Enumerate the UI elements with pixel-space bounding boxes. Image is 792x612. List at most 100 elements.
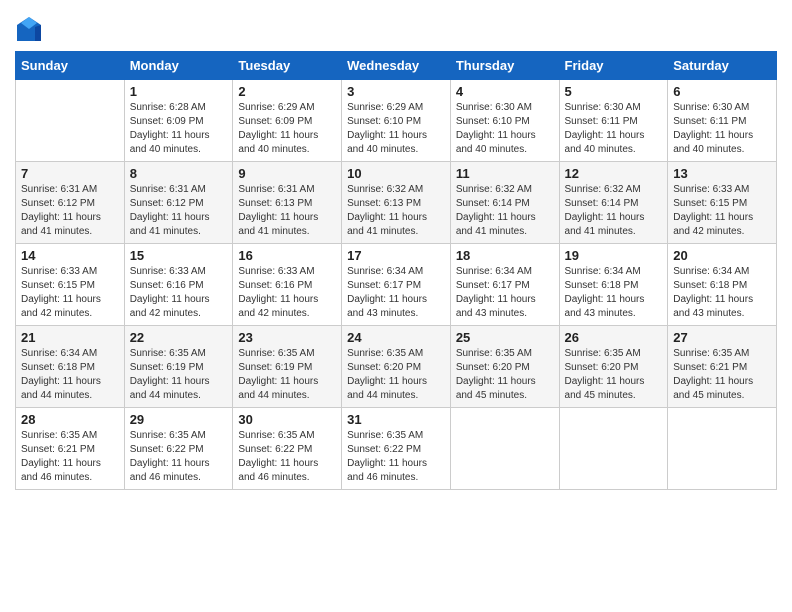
day-number: 3 [347, 84, 445, 99]
day-number: 27 [673, 330, 771, 345]
day-number: 21 [21, 330, 119, 345]
page: SundayMondayTuesdayWednesdayThursdayFrid… [0, 0, 792, 505]
weekday-header-monday: Monday [124, 52, 233, 80]
calendar-cell: 5 Sunrise: 6:30 AM Sunset: 6:11 PM Daylig… [559, 80, 668, 162]
calendar-cell: 16 Sunrise: 6:33 AM Sunset: 6:16 PM Dayli… [233, 244, 342, 326]
day-info: Sunrise: 6:34 AM Sunset: 6:18 PM Dayligh… [673, 265, 771, 321]
day-number: 2 [238, 84, 336, 99]
day-info: Sunrise: 6:33 AM Sunset: 6:15 PM Dayligh… [673, 183, 771, 239]
day-number: 25 [456, 330, 554, 345]
weekday-header-row: SundayMondayTuesdayWednesdayThursdayFrid… [16, 52, 777, 80]
day-info: Sunrise: 6:34 AM Sunset: 6:17 PM Dayligh… [456, 265, 554, 321]
day-info: Sunrise: 6:35 AM Sunset: 6:21 PM Dayligh… [21, 429, 119, 485]
day-info: Sunrise: 6:32 AM Sunset: 6:13 PM Dayligh… [347, 183, 445, 239]
day-number: 26 [565, 330, 663, 345]
weekday-header-friday: Friday [559, 52, 668, 80]
day-info: Sunrise: 6:35 AM Sunset: 6:19 PM Dayligh… [238, 347, 336, 403]
day-number: 19 [565, 248, 663, 263]
calendar-cell: 1 Sunrise: 6:28 AM Sunset: 6:09 PM Daylig… [124, 80, 233, 162]
calendar-cell [668, 408, 777, 490]
day-number: 16 [238, 248, 336, 263]
day-number: 28 [21, 412, 119, 427]
day-number: 5 [565, 84, 663, 99]
calendar-cell [450, 408, 559, 490]
day-number: 10 [347, 166, 445, 181]
calendar-cell: 6 Sunrise: 6:30 AM Sunset: 6:11 PM Daylig… [668, 80, 777, 162]
calendar-cell: 20Sunrise: 6:34 AM Sunset: 6:18 PM Dayli… [668, 244, 777, 326]
day-number: 23 [238, 330, 336, 345]
day-number: 8 [130, 166, 228, 181]
calendar-cell: 2 Sunrise: 6:29 AM Sunset: 6:09 PM Daylig… [233, 80, 342, 162]
day-number: 4 [456, 84, 554, 99]
calendar-cell: 31 Sunrise: 6:35 AM Sunset: 6:22 PM Dayli… [342, 408, 451, 490]
day-info: Sunrise: 6:30 AM Sunset: 6:11 PM Dayligh… [673, 101, 771, 157]
calendar-cell: 17 Sunrise: 6:34 AM Sunset: 6:17 PM Dayli… [342, 244, 451, 326]
calendar-week-row-5: 28 Sunrise: 6:35 AM Sunset: 6:21 PM Dayli… [16, 408, 777, 490]
calendar-cell: 19 Sunrise: 6:34 AM Sunset: 6:18 PM Dayli… [559, 244, 668, 326]
day-number: 31 [347, 412, 445, 427]
day-number: 24 [347, 330, 445, 345]
calendar-cell: 22 Sunrise: 6:35 AM Sunset: 6:19 PM Dayli… [124, 326, 233, 408]
logo [15, 15, 47, 43]
weekday-header-saturday: Saturday [668, 52, 777, 80]
calendar-cell: 27 Sunrise: 6:35 AM Sunset: 6:21 PM Dayli… [668, 326, 777, 408]
day-number: 15 [130, 248, 228, 263]
calendar-cell: 9Sunrise: 6:31 AM Sunset: 6:13 PM Daylig… [233, 162, 342, 244]
day-info: Sunrise: 6:33 AM Sunset: 6:16 PM Dayligh… [130, 265, 228, 321]
logo-icon [15, 15, 43, 43]
day-number: 14 [21, 248, 119, 263]
day-info: Sunrise: 6:35 AM Sunset: 6:22 PM Dayligh… [238, 429, 336, 485]
calendar-week-row-3: 14 Sunrise: 6:33 AM Sunset: 6:15 PM Dayli… [16, 244, 777, 326]
day-number: 6 [673, 84, 771, 99]
calendar-cell: 26 Sunrise: 6:35 AM Sunset: 6:20 PM Dayli… [559, 326, 668, 408]
calendar-cell: 11Sunrise: 6:32 AM Sunset: 6:14 PM Dayli… [450, 162, 559, 244]
header [15, 10, 777, 43]
day-number: 11 [456, 166, 554, 181]
day-info: Sunrise: 6:34 AM Sunset: 6:17 PM Dayligh… [347, 265, 445, 321]
calendar-cell: 7Sunrise: 6:31 AM Sunset: 6:12 PM Daylig… [16, 162, 125, 244]
day-number: 17 [347, 248, 445, 263]
day-info: Sunrise: 6:29 AM Sunset: 6:10 PM Dayligh… [347, 101, 445, 157]
day-info: Sunrise: 6:31 AM Sunset: 6:12 PM Dayligh… [130, 183, 228, 239]
day-number: 22 [130, 330, 228, 345]
weekday-header-wednesday: Wednesday [342, 52, 451, 80]
calendar-cell: 29 Sunrise: 6:35 AM Sunset: 6:22 PM Dayli… [124, 408, 233, 490]
day-info: Sunrise: 6:35 AM Sunset: 6:22 PM Dayligh… [347, 429, 445, 485]
calendar-cell: 23 Sunrise: 6:35 AM Sunset: 6:19 PM Dayli… [233, 326, 342, 408]
calendar-cell: 21Sunrise: 6:34 AM Sunset: 6:18 PM Dayli… [16, 326, 125, 408]
calendar-cell: 8 Sunrise: 6:31 AM Sunset: 6:12 PM Daylig… [124, 162, 233, 244]
day-number: 9 [238, 166, 336, 181]
calendar-cell: 24 Sunrise: 6:35 AM Sunset: 6:20 PM Dayli… [342, 326, 451, 408]
day-info: Sunrise: 6:28 AM Sunset: 6:09 PM Dayligh… [130, 101, 228, 157]
day-info: Sunrise: 6:30 AM Sunset: 6:10 PM Dayligh… [456, 101, 554, 157]
day-number: 1 [130, 84, 228, 99]
calendar-week-row-1: 1 Sunrise: 6:28 AM Sunset: 6:09 PM Daylig… [16, 80, 777, 162]
calendar-cell: 4 Sunrise: 6:30 AM Sunset: 6:10 PM Daylig… [450, 80, 559, 162]
day-info: Sunrise: 6:31 AM Sunset: 6:12 PM Dayligh… [21, 183, 119, 239]
day-info: Sunrise: 6:35 AM Sunset: 6:20 PM Dayligh… [347, 347, 445, 403]
day-info: Sunrise: 6:35 AM Sunset: 6:19 PM Dayligh… [130, 347, 228, 403]
calendar-cell [559, 408, 668, 490]
calendar-week-row-2: 7Sunrise: 6:31 AM Sunset: 6:12 PM Daylig… [16, 162, 777, 244]
day-number: 12 [565, 166, 663, 181]
day-info: Sunrise: 6:35 AM Sunset: 6:20 PM Dayligh… [456, 347, 554, 403]
day-number: 30 [238, 412, 336, 427]
day-info: Sunrise: 6:29 AM Sunset: 6:09 PM Dayligh… [238, 101, 336, 157]
calendar-cell: 25 Sunrise: 6:35 AM Sunset: 6:20 PM Dayli… [450, 326, 559, 408]
calendar-cell: 12Sunrise: 6:32 AM Sunset: 6:14 PM Dayli… [559, 162, 668, 244]
day-number: 29 [130, 412, 228, 427]
calendar-cell: 10 Sunrise: 6:32 AM Sunset: 6:13 PM Dayli… [342, 162, 451, 244]
day-info: Sunrise: 6:30 AM Sunset: 6:11 PM Dayligh… [565, 101, 663, 157]
day-info: Sunrise: 6:34 AM Sunset: 6:18 PM Dayligh… [565, 265, 663, 321]
day-info: Sunrise: 6:35 AM Sunset: 6:20 PM Dayligh… [565, 347, 663, 403]
weekday-header-sunday: Sunday [16, 52, 125, 80]
calendar-cell [16, 80, 125, 162]
weekday-header-tuesday: Tuesday [233, 52, 342, 80]
day-info: Sunrise: 6:33 AM Sunset: 6:15 PM Dayligh… [21, 265, 119, 321]
day-info: Sunrise: 6:33 AM Sunset: 6:16 PM Dayligh… [238, 265, 336, 321]
weekday-header-thursday: Thursday [450, 52, 559, 80]
calendar-cell: 18Sunrise: 6:34 AM Sunset: 6:17 PM Dayli… [450, 244, 559, 326]
day-info: Sunrise: 6:35 AM Sunset: 6:22 PM Dayligh… [130, 429, 228, 485]
calendar-cell: 14 Sunrise: 6:33 AM Sunset: 6:15 PM Dayli… [16, 244, 125, 326]
day-info: Sunrise: 6:35 AM Sunset: 6:21 PM Dayligh… [673, 347, 771, 403]
